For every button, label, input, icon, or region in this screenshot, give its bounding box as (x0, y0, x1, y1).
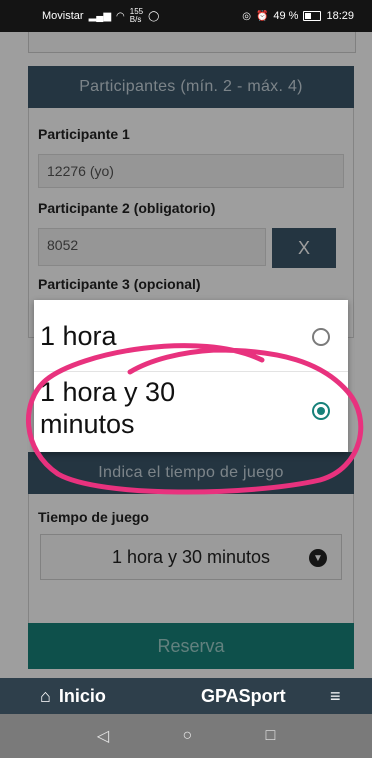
carrier-name: Movistar (42, 10, 84, 22)
nav-home[interactable]: ⌂ Inicio (40, 686, 106, 707)
option-label: 1 hora (40, 321, 117, 351)
option-label: 1 hora y 30 minutos (40, 377, 176, 439)
clock: 18:29 (326, 10, 354, 22)
alarm-icon: ⏰ (255, 10, 269, 22)
network-speed: 155 B/s (130, 8, 143, 24)
menu-icon[interactable]: ≡ (330, 686, 341, 707)
time-options-dialog: 1 hora 1 hora y 30 minutos (34, 300, 348, 452)
status-bar: Movistar ▂▄▆ ◠ 155 B/s ◯ ◎ ⏰ 49 % 18:29 (0, 0, 372, 32)
battery-percent: 49 % (273, 10, 299, 22)
option-1-hour[interactable]: 1 hora (34, 300, 348, 372)
nav-home-label: Inicio (58, 685, 106, 706)
battery-icon (303, 11, 322, 21)
radio-selected-icon[interactable] (312, 402, 330, 420)
eye-icon: ◎ (242, 10, 251, 22)
radio-dot (317, 407, 325, 415)
home-icon: ⌂ (40, 685, 51, 706)
brand-name: GPASport (201, 685, 286, 706)
bottom-nav: ⌂ Inicio GPASport ≡ (0, 678, 372, 714)
radio-unselected-icon[interactable] (312, 328, 330, 346)
status-left: Movistar ▂▄▆ ◠ 155 B/s ◯ (42, 8, 159, 24)
back-icon[interactable]: ◁ (97, 726, 109, 746)
home-circle-icon[interactable]: ○ (182, 727, 192, 745)
wifi-icon: ◠ (116, 10, 125, 22)
system-nav-bar: ◁ ○ □ (0, 714, 372, 758)
status-right: ◎ ⏰ 49 % 18:29 (242, 10, 354, 22)
recents-icon[interactable]: □ (266, 727, 276, 745)
whatsapp-icon: ◯ (148, 10, 160, 22)
option-1-hour-30[interactable]: 1 hora y 30 minutos (34, 372, 348, 452)
signal-icon: ▂▄▆ (88, 10, 112, 22)
speed-unit: B/s (129, 15, 142, 24)
